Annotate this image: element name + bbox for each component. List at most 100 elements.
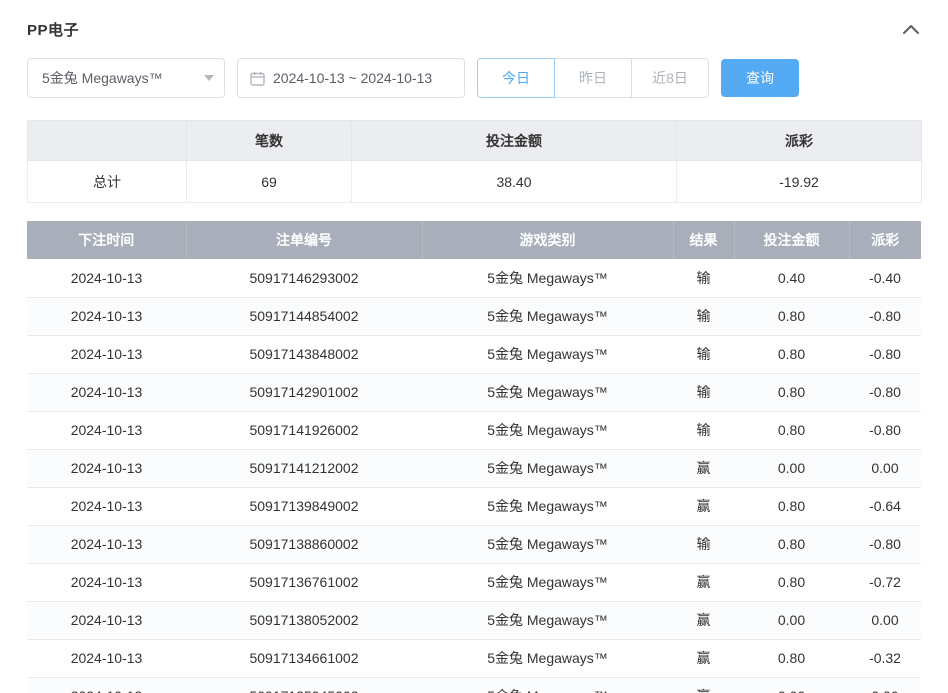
summary-total-row: 总计 69 38.40 -19.92 (28, 161, 922, 203)
summary-header-payout: 派彩 (677, 121, 922, 161)
header-payout: 派彩 (849, 221, 921, 259)
payout-cell: -0.64 (849, 487, 921, 525)
bet-time-cell: 2024-10-13 (27, 487, 186, 525)
bet-amount-cell: 0.80 (734, 335, 849, 373)
result-cell: 赢 (673, 601, 734, 639)
order-id-cell: 50917134661002 (186, 639, 422, 677)
search-button[interactable]: 查询 (721, 59, 799, 97)
result-cell: 赢 (673, 677, 734, 693)
panel-header: PP电子 (27, 16, 921, 42)
payout-cell: 0.00 (849, 601, 921, 639)
bet-time-cell: 2024-10-13 (27, 373, 186, 411)
table-row: 2024-10-13509171448540025金兔 Megaways™输0.… (27, 297, 921, 335)
bet-time-cell: 2024-10-13 (27, 297, 186, 335)
date-range-input[interactable]: 2024-10-13 ~ 2024-10-13 (237, 58, 465, 98)
bet-time-cell: 2024-10-13 (27, 639, 186, 677)
header-game-type: 游戏类别 (422, 221, 673, 259)
game-type-cell: 5金兔 Megaways™ (422, 259, 673, 297)
result-cell: 赢 (673, 487, 734, 525)
bet-time-cell: 2024-10-13 (27, 259, 186, 297)
header-bet-amount: 投注金额 (734, 221, 849, 259)
game-type-cell: 5金兔 Megaways™ (422, 601, 673, 639)
filter-bar: 5金兔 Megaways™ 2024-10-13 ~ 2024-10-13 今日… (27, 58, 921, 98)
order-id-cell: 50917136761002 (186, 563, 422, 601)
summary-total-label: 总计 (28, 161, 187, 203)
summary-total-count: 69 (187, 161, 352, 203)
summary-total-payout: -19.92 (677, 161, 922, 203)
result-cell: 输 (673, 259, 734, 297)
bet-amount-cell: 0.80 (734, 297, 849, 335)
summary-header-blank (28, 121, 187, 161)
bet-time-cell: 2024-10-13 (27, 601, 186, 639)
game-select[interactable]: 5金兔 Megaways™ (27, 58, 225, 98)
bet-amount-cell: 0.00 (734, 601, 849, 639)
collapse-button[interactable] (901, 22, 921, 36)
today-button[interactable]: 今日 (477, 58, 555, 98)
bet-time-cell: 2024-10-13 (27, 525, 186, 563)
summary-header-bet-amount: 投注金额 (352, 121, 677, 161)
table-row: 2024-10-13509171359450025金兔 Megaways™赢0.… (27, 677, 921, 693)
summary-header-row: 笔数 投注金额 派彩 (28, 121, 922, 161)
bet-amount-cell: 0.80 (734, 411, 849, 449)
report-panel: PP电子 5金兔 Megaways™ 2024-10-13 ~ 2024-10-… (0, 0, 948, 693)
last-8-days-button[interactable]: 近8日 (631, 58, 709, 98)
payout-cell: -0.80 (849, 297, 921, 335)
table-row: 2024-10-13509171462930025金兔 Megaways™输0.… (27, 259, 921, 297)
order-id-cell: 50917141926002 (186, 411, 422, 449)
bet-amount-cell: 0.40 (734, 259, 849, 297)
order-id-cell: 50917139849002 (186, 487, 422, 525)
result-cell: 输 (673, 373, 734, 411)
date-range-value: 2024-10-13 ~ 2024-10-13 (273, 70, 432, 86)
order-id-cell: 50917138052002 (186, 601, 422, 639)
summary-table: 笔数 投注金额 派彩 总计 69 38.40 -19.92 (27, 120, 922, 203)
table-row: 2024-10-13509171398490025金兔 Megaways™赢0.… (27, 487, 921, 525)
game-type-cell: 5金兔 Megaways™ (422, 411, 673, 449)
chevron-down-icon (204, 75, 214, 81)
page-title: PP电子 (27, 19, 79, 40)
game-type-cell: 5金兔 Megaways™ (422, 563, 673, 601)
bet-time-cell: 2024-10-13 (27, 411, 186, 449)
payout-cell: -0.72 (849, 563, 921, 601)
bet-amount-cell: 0.80 (734, 525, 849, 563)
header-result: 结果 (673, 221, 734, 259)
bet-amount-cell: 0.80 (734, 639, 849, 677)
payout-cell: -0.80 (849, 335, 921, 373)
game-type-cell: 5金兔 Megaways™ (422, 449, 673, 487)
bet-amount-cell: 0.00 (734, 677, 849, 693)
game-type-cell: 5金兔 Megaways™ (422, 677, 673, 693)
table-row: 2024-10-13509171388600025金兔 Megaways™输0.… (27, 525, 921, 563)
payout-cell: -0.80 (849, 411, 921, 449)
bet-time-cell: 2024-10-13 (27, 563, 186, 601)
game-type-cell: 5金兔 Megaways™ (422, 335, 673, 373)
game-type-cell: 5金兔 Megaways™ (422, 487, 673, 525)
order-id-cell: 50917143848002 (186, 335, 422, 373)
order-id-cell: 50917146293002 (186, 259, 422, 297)
payout-cell: -0.32 (849, 639, 921, 677)
bet-time-cell: 2024-10-13 (27, 449, 186, 487)
yesterday-button[interactable]: 昨日 (554, 58, 632, 98)
chevron-up-icon (903, 22, 919, 37)
result-cell: 赢 (673, 449, 734, 487)
order-id-cell: 50917141212002 (186, 449, 422, 487)
order-id-cell: 50917138860002 (186, 525, 422, 563)
order-id-cell: 50917144854002 (186, 297, 422, 335)
detail-table: 下注时间 注单编号 游戏类别 结果 投注金额 派彩 2024-10-135091… (27, 221, 921, 693)
bet-amount-cell: 0.00 (734, 449, 849, 487)
result-cell: 输 (673, 335, 734, 373)
table-row: 2024-10-13509171412120025金兔 Megaways™赢0.… (27, 449, 921, 487)
game-type-cell: 5金兔 Megaways™ (422, 373, 673, 411)
table-row: 2024-10-13509171380520025金兔 Megaways™赢0.… (27, 601, 921, 639)
order-id-cell: 50917135945002 (186, 677, 422, 693)
bet-time-cell: 2024-10-13 (27, 677, 186, 693)
bet-amount-cell: 0.80 (734, 373, 849, 411)
result-cell: 赢 (673, 639, 734, 677)
order-id-cell: 50917142901002 (186, 373, 422, 411)
result-cell: 输 (673, 525, 734, 563)
result-cell: 输 (673, 297, 734, 335)
detail-header-row: 下注时间 注单编号 游戏类别 结果 投注金额 派彩 (27, 221, 921, 259)
bet-time-cell: 2024-10-13 (27, 335, 186, 373)
table-row: 2024-10-13509171367610025金兔 Megaways™赢0.… (27, 563, 921, 601)
payout-cell: 0.00 (849, 677, 921, 693)
payout-cell: -0.80 (849, 525, 921, 563)
result-cell: 赢 (673, 563, 734, 601)
